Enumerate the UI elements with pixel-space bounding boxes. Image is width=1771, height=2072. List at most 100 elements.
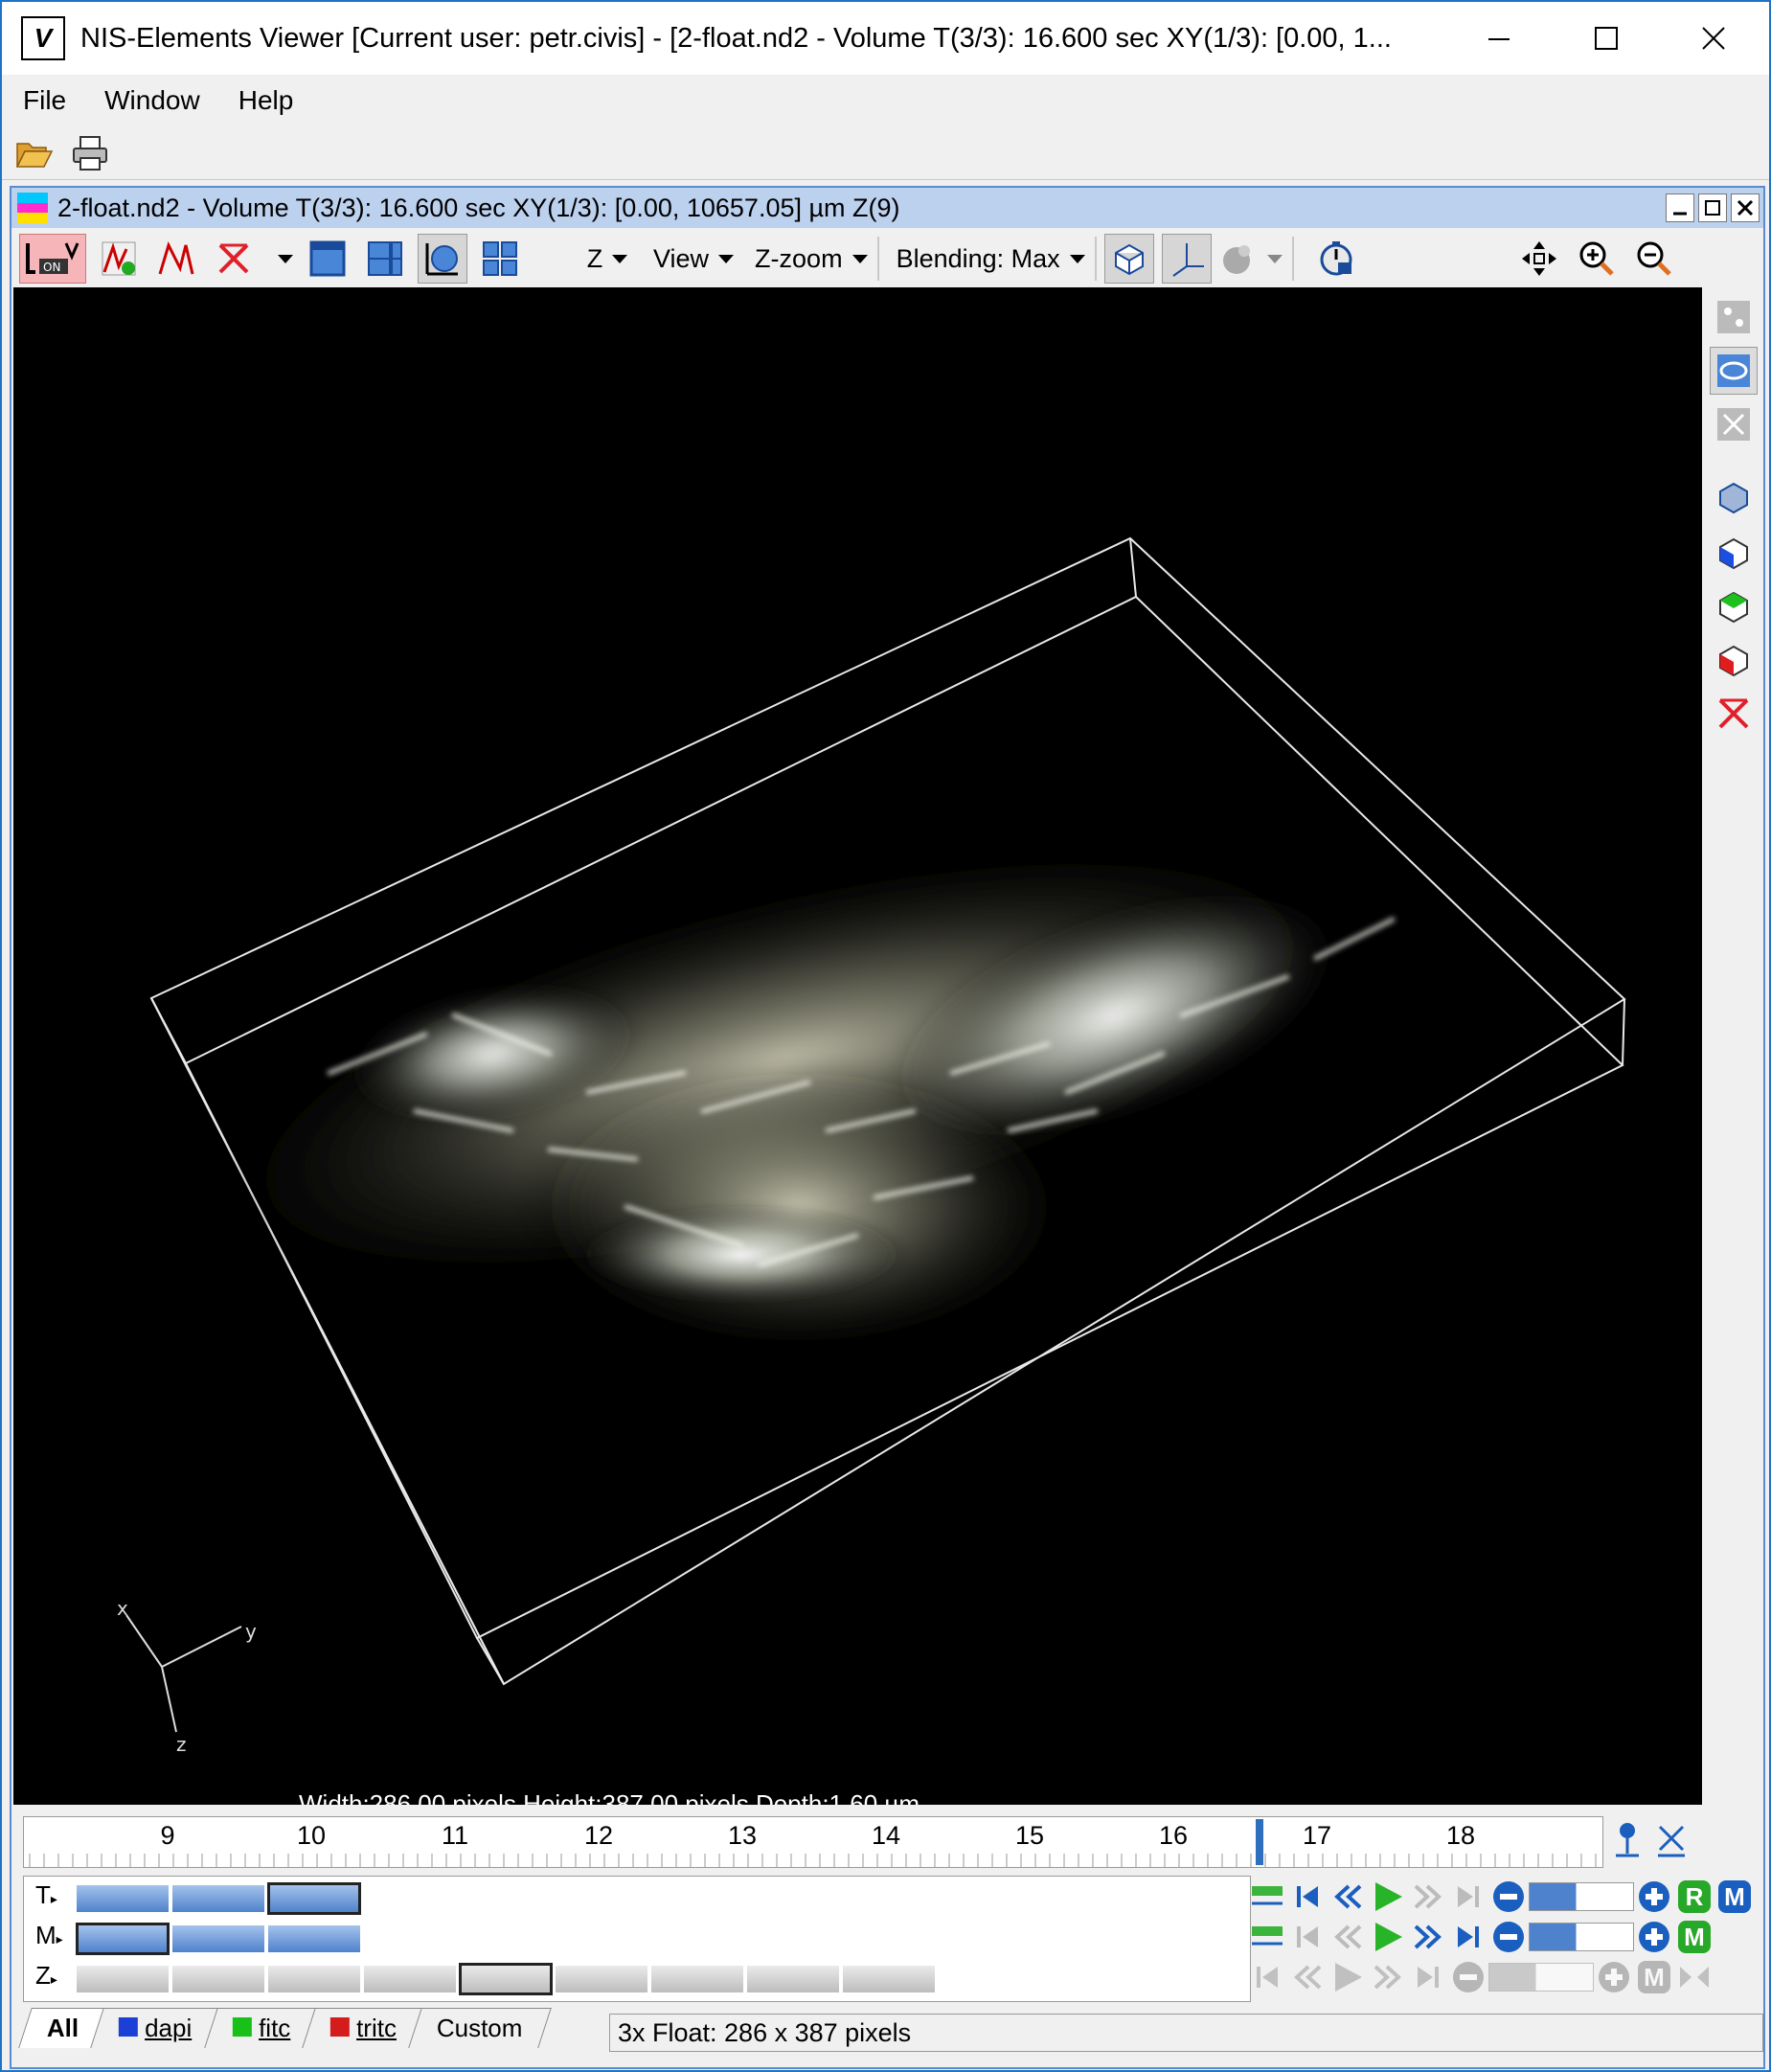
- reset-lut-button[interactable]: [209, 234, 259, 284]
- pin-button[interactable]: [1605, 1818, 1649, 1862]
- doc-close-button[interactable]: [1731, 194, 1760, 222]
- z-frame-5[interactable]: [459, 1963, 553, 1995]
- t-realtime-badge[interactable]: R: [1674, 1878, 1714, 1916]
- sidebar-view-green[interactable]: [1710, 582, 1758, 630]
- m-first-button[interactable]: [1287, 1918, 1328, 1956]
- minimize-button[interactable]: [1443, 2, 1555, 75]
- m-frame-3[interactable]: [267, 1924, 361, 1953]
- t-prev-button[interactable]: [1328, 1878, 1368, 1916]
- toolbar-divider: [876, 237, 879, 281]
- m-prev-button[interactable]: [1328, 1918, 1368, 1956]
- view-dropdown[interactable]: View: [653, 234, 735, 284]
- z-speed-decrease[interactable]: [1448, 1958, 1488, 1996]
- volume-viewport[interactable]: x y z Width:286.00 pixels Height:387.00 …: [13, 287, 1702, 1805]
- lighting-dropdown[interactable]: [1219, 234, 1283, 284]
- lut-on-button[interactable]: ON: [19, 234, 86, 284]
- auto-contrast-button[interactable]: [94, 234, 144, 284]
- time-ruler[interactable]: 9 10 11 12 13 14 15 16 17 18: [23, 1816, 1603, 1868]
- sidebar-view-red[interactable]: [1710, 636, 1758, 684]
- slices-view-button[interactable]: [360, 234, 410, 284]
- axes-button[interactable]: [1161, 234, 1212, 284]
- t-play-button[interactable]: [1368, 1878, 1408, 1916]
- doc-minimize-button[interactable]: [1666, 194, 1694, 222]
- m-speed-decrease[interactable]: [1488, 1918, 1529, 1956]
- open-file-button[interactable]: [11, 130, 57, 176]
- plus-icon: [1639, 1881, 1669, 1912]
- print-button[interactable]: [67, 130, 113, 176]
- sidebar-reset-view[interactable]: [1710, 690, 1758, 738]
- m-last-button[interactable]: [1448, 1918, 1488, 1956]
- tiled-view-button[interactable]: [475, 234, 525, 284]
- z-last-button[interactable]: [1408, 1958, 1448, 1996]
- doc-maximize-button[interactable]: [1698, 194, 1727, 222]
- t-speed-slider[interactable]: [1529, 1882, 1634, 1911]
- bounding-box-button[interactable]: [1103, 234, 1154, 284]
- t-last-button[interactable]: [1448, 1878, 1488, 1916]
- m-next-button[interactable]: [1408, 1918, 1448, 1956]
- capture-button[interactable]: [1311, 234, 1361, 284]
- fit-to-screen-button[interactable]: [1514, 234, 1564, 284]
- m-speed-increase[interactable]: [1634, 1918, 1674, 1956]
- tritc-swatch: [329, 2017, 350, 2037]
- z-frame-9[interactable]: [842, 1965, 936, 1993]
- tab-all-label: All: [46, 2014, 79, 2042]
- m-play-button[interactable]: [1368, 1918, 1408, 1956]
- z-dropdown[interactable]: Z: [582, 234, 632, 284]
- tab-fitc[interactable]: fitc: [203, 2008, 319, 2048]
- t-speed-increase[interactable]: [1634, 1878, 1674, 1916]
- t-range-button[interactable]: [1247, 1878, 1287, 1916]
- z-first-button[interactable]: [1247, 1958, 1287, 1996]
- z-frame-1[interactable]: [76, 1965, 170, 1993]
- m-frame-2[interactable]: [171, 1924, 265, 1953]
- volume-view-button[interactable]: [418, 234, 467, 284]
- close-button[interactable]: [1658, 2, 1769, 75]
- t-frame-2[interactable]: [171, 1884, 265, 1913]
- z-speed-slider[interactable]: [1488, 1963, 1594, 1992]
- time-marker[interactable]: [1256, 1819, 1263, 1865]
- z-play-button[interactable]: [1328, 1958, 1368, 1996]
- menu-help[interactable]: Help: [238, 85, 294, 116]
- clear-range-button[interactable]: [1649, 1818, 1693, 1862]
- sidebar-button-rotate[interactable]: [1710, 347, 1758, 395]
- z-zoom-dropdown[interactable]: Z-zoom: [755, 234, 868, 284]
- t-frame-1[interactable]: [76, 1884, 170, 1913]
- t-m-badge[interactable]: M: [1714, 1878, 1755, 1916]
- t-first-button[interactable]: [1287, 1878, 1328, 1916]
- m-frame-1[interactable]: [76, 1923, 170, 1955]
- z-frame-7[interactable]: [650, 1965, 744, 1993]
- tab-dapi[interactable]: dapi: [90, 2008, 221, 2048]
- zoom-in-button[interactable]: [1572, 234, 1622, 284]
- single-view-button[interactable]: [303, 234, 352, 284]
- tab-tritc[interactable]: tritc: [302, 2008, 426, 2048]
- zoom-out-button[interactable]: [1629, 234, 1679, 284]
- menu-file[interactable]: File: [23, 85, 66, 116]
- blending-dropdown[interactable]: Blending: Max: [897, 234, 1085, 284]
- sidebar-button-3[interactable]: [1710, 400, 1758, 448]
- z-prev-button[interactable]: [1287, 1958, 1328, 1996]
- m-range-button[interactable]: [1247, 1918, 1287, 1956]
- sidebar-button-1[interactable]: [1710, 293, 1758, 341]
- sidebar-view-blue[interactable]: [1710, 529, 1758, 577]
- z-frame-4[interactable]: [363, 1965, 457, 1993]
- z-bounce-button[interactable]: [1674, 1958, 1714, 1996]
- lut-curve-button[interactable]: [151, 234, 201, 284]
- t-frame-3[interactable]: [267, 1882, 361, 1915]
- view-toolbar: ON Z View Z-zoom Blending: Max: [11, 230, 1763, 287]
- z-m-badge[interactable]: M: [1634, 1958, 1674, 1996]
- m-speed-slider[interactable]: [1529, 1923, 1634, 1951]
- t-speed-decrease[interactable]: [1488, 1878, 1529, 1916]
- z-next-button[interactable]: [1368, 1958, 1408, 1996]
- t-next-button[interactable]: [1408, 1878, 1448, 1916]
- tab-custom[interactable]: Custom: [408, 2008, 552, 2048]
- z-frame-3[interactable]: [267, 1965, 361, 1993]
- maximize-button[interactable]: [1551, 2, 1662, 75]
- lut-dropdown[interactable]: [266, 234, 295, 284]
- z-frame-6[interactable]: [555, 1965, 648, 1993]
- sidebar-view-all[interactable]: [1710, 473, 1758, 521]
- z-speed-increase[interactable]: [1594, 1958, 1634, 1996]
- z-frame-8[interactable]: [746, 1965, 840, 1993]
- application-window: V NIS-Elements Viewer [Current user: pet…: [0, 0, 1771, 2072]
- z-frame-2[interactable]: [171, 1965, 265, 1993]
- menu-window[interactable]: Window: [104, 85, 200, 116]
- m-m-badge[interactable]: M: [1674, 1918, 1714, 1956]
